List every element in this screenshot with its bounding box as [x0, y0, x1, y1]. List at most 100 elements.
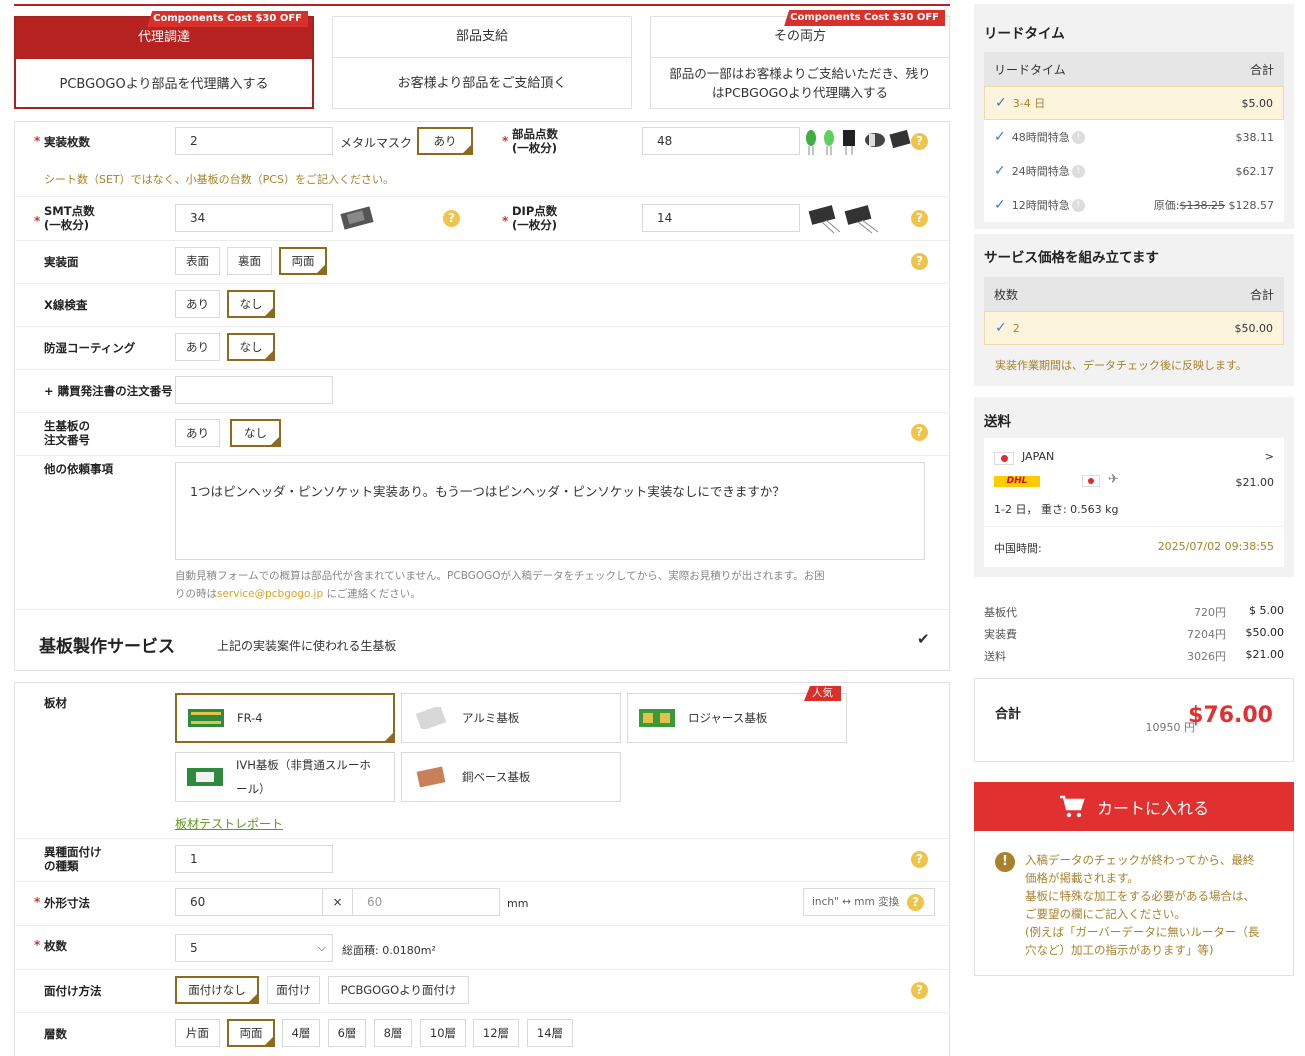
panelize-option-pcbgogo[interactable]: PCBGOGOより面付け	[328, 976, 469, 1004]
add-to-cart-button[interactable]: カートに入れる	[974, 782, 1294, 831]
shipping-box[interactable]: JAPAN > DHL ✈ $21.00 1-2 日， 重さ: 0.563 kg…	[984, 438, 1284, 567]
required-mark: *	[34, 214, 41, 228]
layer-option[interactable]: 片面	[175, 1019, 220, 1047]
material-name-line: ール）	[236, 782, 271, 796]
lead-time-row[interactable]: ✓ 3-4 日 $5.00	[984, 86, 1284, 120]
notice-line: 入稿データのチェックが終わってから、最終	[1025, 853, 1255, 867]
other-note-line1: 自動見積フォームでの概算は部品代が含まれていません。PCBGOGOが入稿データを…	[175, 570, 825, 582]
layers-label: 層数	[44, 1027, 67, 1041]
info-icon[interactable]: !	[1071, 130, 1085, 144]
collapse-check-icon[interactable]: ✔	[917, 630, 930, 648]
material-option-copper[interactable]: 銅ベース基板	[401, 752, 621, 802]
coating-option-yes[interactable]: あり	[175, 333, 220, 361]
help-icon[interactable]: ?	[907, 894, 924, 911]
dimension-x-input[interactable]: 60	[175, 888, 323, 916]
side-option-bottom[interactable]: 裏面	[227, 247, 272, 275]
panelize-option-yes[interactable]: 面付け	[267, 976, 320, 1004]
help-icon[interactable]: ?	[911, 133, 928, 150]
help-icon[interactable]: ?	[911, 210, 928, 227]
check-icon: ✓	[994, 129, 1006, 145]
layer-option[interactable]: 14層	[527, 1019, 573, 1047]
other-requests-textarea[interactable]: 1つはピンヘッダ・ピンソケット実装あり。もう一つはピンヘッダ・ピンソケット実装な…	[175, 462, 925, 560]
panel-types-input[interactable]: 1	[175, 845, 333, 873]
bare-board-option-yes[interactable]: あり	[175, 419, 220, 447]
lead-time-row[interactable]: ✓ 24時間特急! $62.17	[984, 154, 1284, 188]
pcb-section-title: 基板製作サービス	[39, 637, 175, 657]
col-header: リードタイム	[994, 62, 1066, 77]
source-option-proxy[interactable]: Components Cost $30 OFF 代理調達 PCBGOGOより部品…	[14, 11, 314, 109]
info-icon[interactable]: !	[1071, 164, 1085, 178]
notice-line: ご要望の欄にご記入ください。	[1025, 907, 1186, 921]
chevron-right-icon[interactable]: >	[1265, 450, 1274, 463]
china-time-label: 中国時間:	[994, 542, 1042, 555]
material-option-aluminum[interactable]: アルミ基板	[401, 693, 621, 743]
dimension-unit: mm	[507, 897, 529, 910]
layer-option[interactable]: 8層	[374, 1019, 412, 1047]
notice-box: ! 入稿データのチェックが終わってから、最終 価格が掲載されます。 基板に特殊な…	[974, 831, 1294, 976]
help-icon[interactable]: ?	[911, 253, 928, 270]
service-row[interactable]: ✓ 2 $50.00	[984, 311, 1284, 345]
lead-time-name: 24時間特急	[1011, 165, 1070, 178]
count-select[interactable]: 5 ⌵	[175, 934, 333, 962]
side-option-both[interactable]: 両面	[279, 247, 327, 275]
xray-option-yes[interactable]: あり	[175, 290, 220, 318]
help-icon[interactable]: ?	[911, 982, 928, 999]
cart-icon	[1059, 795, 1085, 817]
coating-option-no[interactable]: なし	[227, 333, 275, 361]
lead-time-price-group: 原価:$138.25 $128.57	[1154, 197, 1274, 213]
parts-input[interactable]: 48	[642, 127, 800, 155]
unit-convert-label: inch" ↔ mm 変換	[812, 896, 900, 908]
copper-board-icon	[416, 766, 446, 788]
lead-time-price: $62.17	[1235, 164, 1275, 178]
lead-time-row[interactable]: ✓ 12時間特急! 原価:$138.25 $128.57	[984, 188, 1284, 222]
po-number-input[interactable]	[175, 376, 333, 404]
support-email-link[interactable]: service@pcbgogo.jp	[217, 588, 323, 600]
source-option-desc: PCBGOGOより部品を代理購入する	[59, 76, 269, 92]
qty-label: 実装枚数	[44, 135, 90, 149]
check-icon: ✓	[994, 197, 1006, 213]
help-icon[interactable]: ?	[911, 424, 928, 441]
cost-breakdown: 基板代 720円 $ 5.00 実装費 7204円 $50.00 送料 3026円 $21.…	[984, 604, 1284, 670]
warning-icon: !	[995, 852, 1015, 872]
xray-option-no[interactable]: なし	[227, 290, 275, 318]
notice-line: 価格が掲載されます。	[1025, 871, 1139, 885]
layer-option[interactable]: 10層	[420, 1019, 466, 1047]
divider	[14, 609, 950, 610]
side-label: 実装面	[44, 255, 79, 269]
discount-tag: Components Cost $30 OFF	[784, 10, 945, 26]
required-mark: *	[502, 214, 509, 228]
dimension-y-input[interactable]: 60	[352, 888, 500, 916]
qty-input[interactable]: 2	[175, 127, 333, 155]
dip-input[interactable]: 14	[642, 204, 800, 232]
lead-time-row[interactable]: ✓ 48時間特急! $38.11	[984, 120, 1284, 154]
notice-line: (例えば「ガーバーデータに無いルーター（長	[1025, 925, 1260, 939]
mask-label: メタルマスク	[340, 136, 413, 150]
dip-part-icon	[808, 205, 879, 234]
check-icon: ✓	[994, 163, 1006, 179]
source-option-supplied[interactable]: 部品支給 お客様より部品をご支給頂く	[332, 16, 632, 109]
layer-option[interactable]: 両面	[227, 1019, 275, 1047]
layer-option[interactable]: 12層	[473, 1019, 519, 1047]
count-label: 枚数	[44, 939, 67, 953]
smt-input[interactable]: 34	[175, 204, 333, 232]
info-icon[interactable]: !	[1071, 198, 1085, 212]
help-icon[interactable]: ?	[443, 210, 460, 227]
material-name: FR-4	[237, 711, 263, 725]
side-option-top[interactable]: 表面	[175, 247, 220, 275]
japan-flag-icon	[994, 452, 1014, 465]
material-option-fr4[interactable]: FR-4	[175, 693, 395, 743]
source-option-both[interactable]: Components Cost $30 OFF その両方 部品の一部はお客様より…	[650, 10, 950, 109]
mask-option[interactable]: あり	[417, 127, 473, 155]
lead-time-name: 12時間特急	[1011, 199, 1070, 212]
material-name: IVH基板（非貫通スルーホ ール）	[236, 753, 371, 801]
help-icon[interactable]: ?	[911, 851, 928, 868]
panelize-option-none[interactable]: 面付けなし	[175, 976, 259, 1004]
note-text: にご連絡ください。	[323, 588, 421, 600]
notice-line: 穴など）加工の指示があります」等)	[1025, 943, 1214, 957]
layer-option[interactable]: 4層	[282, 1019, 320, 1047]
material-test-report-link[interactable]: 板材テストレポート	[175, 815, 283, 832]
po-number-label[interactable]: + 購買発注書の注文番号	[44, 384, 173, 398]
layer-option[interactable]: 6層	[328, 1019, 366, 1047]
material-option-ivh[interactable]: IVH基板（非貫通スルーホ ール）	[175, 752, 395, 802]
bare-board-option-no[interactable]: なし	[230, 419, 281, 447]
